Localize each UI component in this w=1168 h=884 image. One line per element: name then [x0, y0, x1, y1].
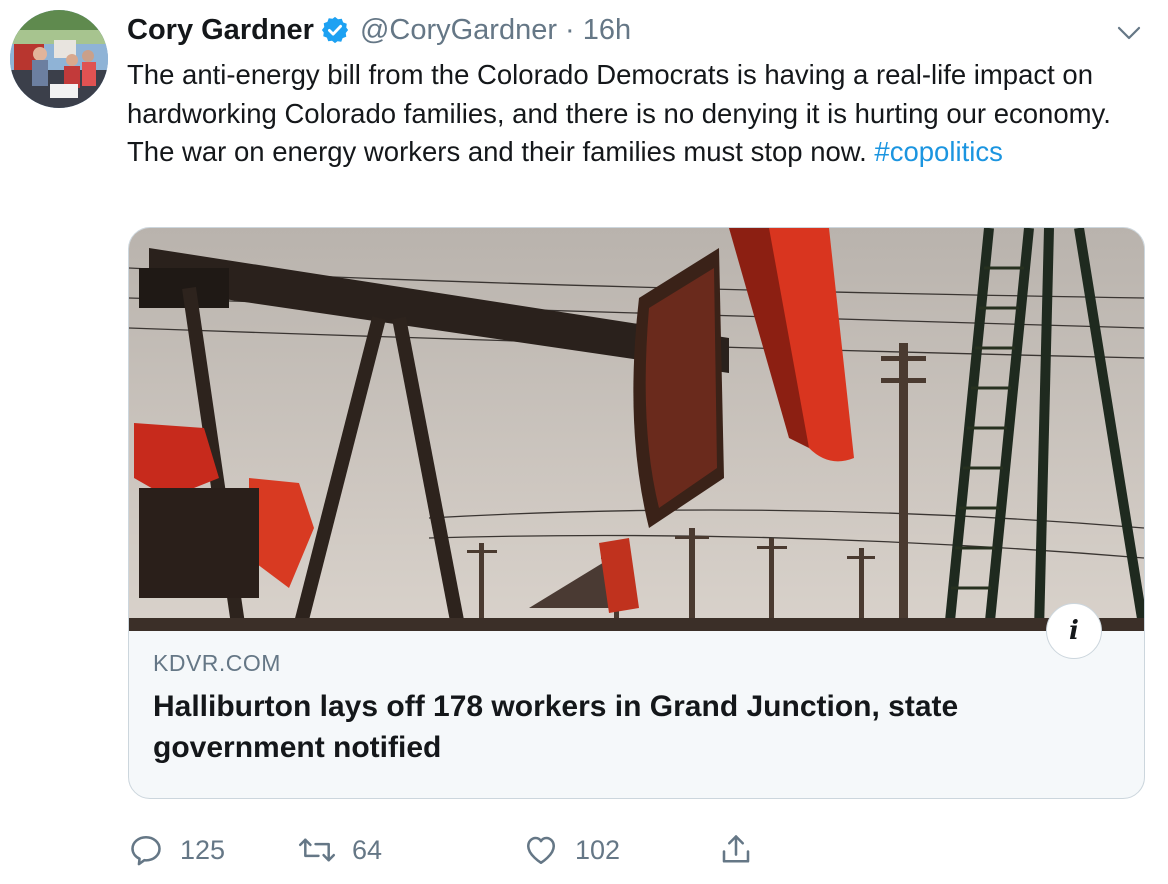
- link-card[interactable]: i KDVR.COM Halliburton lays off 178 work…: [128, 227, 1145, 799]
- share-button[interactable]: [718, 828, 754, 872]
- info-icon[interactable]: i: [1046, 603, 1102, 659]
- separator-dot: ·: [565, 13, 575, 46]
- handle[interactable]: @CoryGardner: [360, 14, 557, 47]
- card-domain: KDVR.COM: [153, 650, 281, 676]
- display-name[interactable]: Cory Gardner: [127, 14, 314, 47]
- retweet-button[interactable]: 64: [298, 828, 382, 872]
- chevron-down-icon[interactable]: [1114, 18, 1144, 48]
- card-image[interactable]: [129, 228, 1144, 631]
- retweet-count: 64: [352, 834, 383, 865]
- verified-badge-icon: [320, 15, 350, 45]
- retweet-icon: [298, 832, 336, 868]
- reply-count: 125: [180, 834, 226, 865]
- hashtag-link[interactable]: #copolitics: [874, 136, 1002, 167]
- card-title[interactable]: Halliburton lays off 178 workers in Gran…: [153, 686, 1113, 768]
- tweet-header: Cory Gardner @CoryGardner · 16h: [127, 10, 631, 50]
- reply-icon: [128, 832, 164, 868]
- avatar[interactable]: [10, 10, 108, 108]
- heart-icon: [523, 832, 559, 868]
- like-count: 102: [575, 834, 621, 865]
- like-button[interactable]: 102: [523, 828, 620, 872]
- timestamp[interactable]: 16h: [583, 14, 631, 47]
- tweet-text: The anti-energy bill from the Colorado D…: [127, 56, 1137, 172]
- share-icon: [718, 832, 754, 868]
- action-bar: 125 64 102: [128, 828, 828, 872]
- tweet: Cory Gardner @CoryGardner · 16h The anti…: [0, 0, 1168, 884]
- reply-button[interactable]: 125: [128, 828, 225, 872]
